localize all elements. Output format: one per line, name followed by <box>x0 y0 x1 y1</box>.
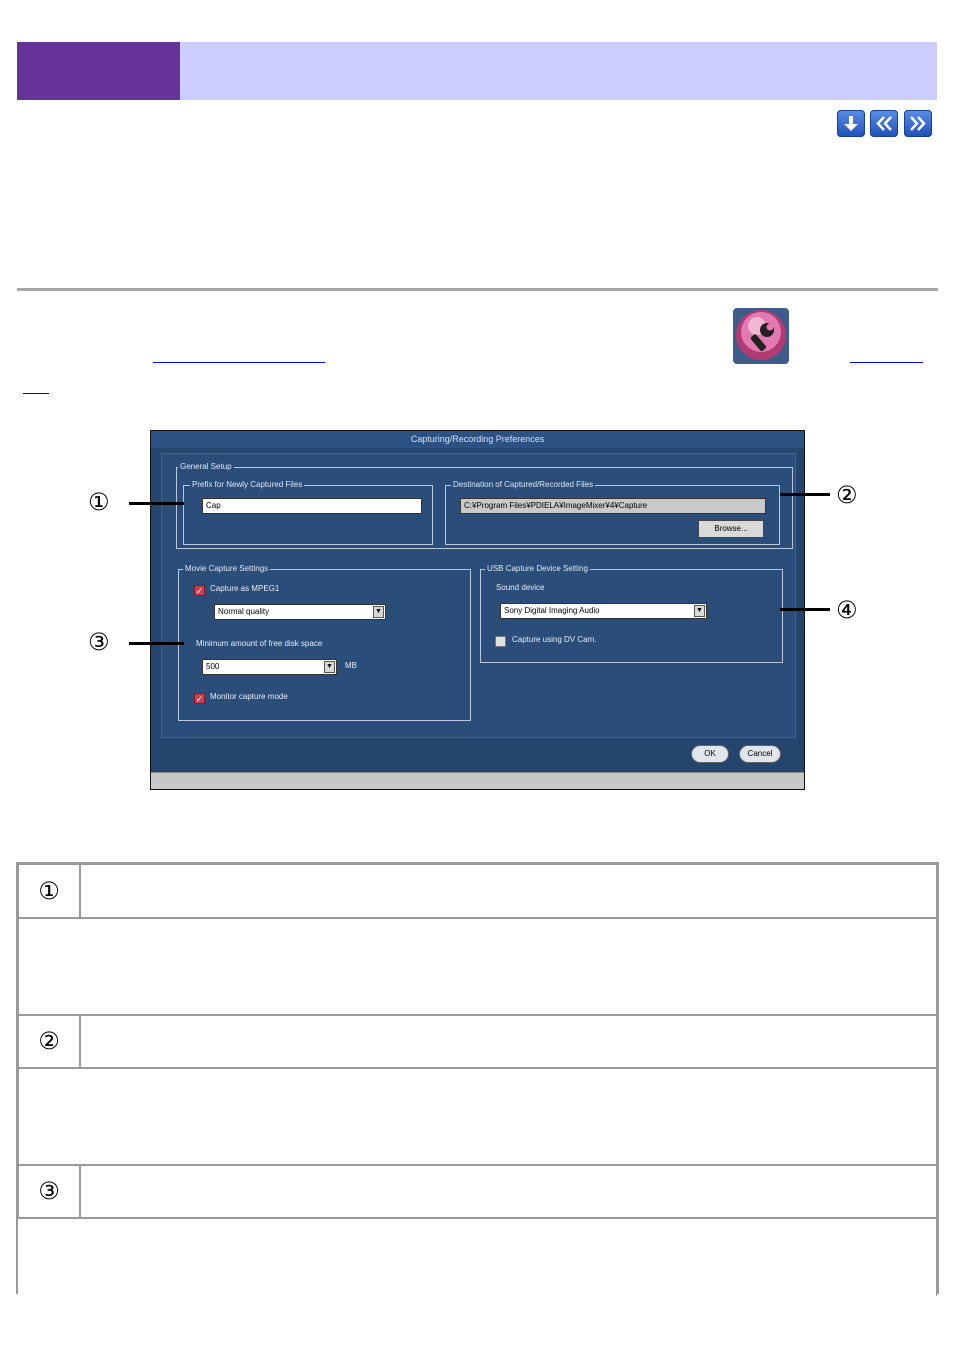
row-number: ② <box>38 1027 60 1055</box>
sound-device-value: Sony Digital Imaging Audio <box>504 606 600 615</box>
chevron-down-icon: ▼ <box>373 606 384 618</box>
arrow-down-icon <box>844 116 858 131</box>
preferences-tool-icon <box>733 308 789 364</box>
table-row-heading-cell <box>80 1165 937 1218</box>
table-row-number-cell: ① <box>18 864 80 918</box>
header-bar-right <box>180 42 937 100</box>
page-down-button[interactable] <box>837 110 865 137</box>
prefix-group <box>183 485 433 545</box>
callout-number: ② <box>836 481 858 509</box>
dv-cam-label: Capture using DV Cam. <box>512 635 597 644</box>
dialog-title: Capturing/Recording Preferences <box>151 431 804 448</box>
callout-line <box>780 608 830 611</box>
quality-select-value: Normal quality <box>218 607 270 616</box>
callout-line <box>129 642 184 645</box>
description-table: ① ② ③ <box>16 862 939 1296</box>
table-row-body-cell <box>18 918 937 1015</box>
browse-button[interactable]: Browse... <box>698 520 764 538</box>
dv-cam-checkbox[interactable] <box>495 636 506 647</box>
quality-select[interactable]: Normal quality ▼ <box>214 604 386 620</box>
destination-label: Destination of Captured/Recorded Files <box>451 480 596 489</box>
general-setup-label: General Setup <box>178 462 234 471</box>
prefix-input[interactable]: Cap <box>202 498 422 514</box>
movie-capture-label: Movie Capture Settings <box>183 564 271 573</box>
link-underline[interactable] <box>23 393 49 394</box>
sound-device-label: Sound device <box>496 583 545 592</box>
link-underline[interactable] <box>850 362 923 363</box>
previous-page-button[interactable] <box>870 110 898 137</box>
double-chevron-right-icon <box>910 116 926 131</box>
capture-mpeg1-label: Capture as MPEG1 <box>210 584 280 593</box>
callout-line <box>780 493 830 496</box>
monitor-capture-label: Monitor capture mode <box>210 692 288 701</box>
cancel-button[interactable]: Cancel <box>739 745 781 763</box>
sound-device-select[interactable]: Sony Digital Imaging Audio ▼ <box>500 603 707 619</box>
min-free-space-label: Minimum amount of free disk space <box>196 639 323 648</box>
callout-number: ③ <box>88 628 110 656</box>
callout-number: ① <box>88 488 110 516</box>
min-free-space-select[interactable]: 500 ▼ <box>202 659 337 675</box>
table-row-number-cell: ② <box>18 1015 80 1068</box>
link-underline[interactable] <box>153 362 325 363</box>
row-number: ③ <box>38 1177 60 1205</box>
usb-capture-label: USB Capture Device Setting <box>485 564 590 573</box>
chevron-down-icon: ▼ <box>324 661 335 673</box>
dialog-panel: General Setup Prefix for Newly Captured … <box>161 453 796 738</box>
capture-mpeg1-checkbox[interactable] <box>194 585 205 596</box>
chevron-down-icon: ▼ <box>694 605 705 617</box>
next-page-button[interactable] <box>904 110 932 137</box>
callout-line <box>129 502 184 505</box>
header-bar-left <box>17 42 180 100</box>
monitor-capture-checkbox[interactable] <box>194 693 205 704</box>
prefix-label: Prefix for Newly Captured Files <box>190 480 305 489</box>
table-row-body-cell <box>18 1218 937 1296</box>
min-free-space-unit: MB <box>345 661 357 670</box>
table-row-heading-cell <box>80 864 937 918</box>
section-divider <box>17 288 938 291</box>
dialog-status-bar <box>151 772 804 789</box>
table-row-heading-cell <box>80 1015 937 1068</box>
min-free-space-value: 500 <box>206 662 220 671</box>
double-chevron-left-icon <box>876 116 892 131</box>
destination-field: C:¥Program Files¥PDIELA¥ImageMixer¥4¥Cap… <box>460 498 766 514</box>
table-row-body-cell <box>18 1068 937 1165</box>
table-row-number-cell: ③ <box>18 1165 80 1218</box>
preferences-dialog: Capturing/Recording Preferences General … <box>150 430 805 790</box>
callout-number: ④ <box>836 596 858 624</box>
row-number: ① <box>38 877 60 905</box>
ok-button[interactable]: OK <box>691 745 729 763</box>
